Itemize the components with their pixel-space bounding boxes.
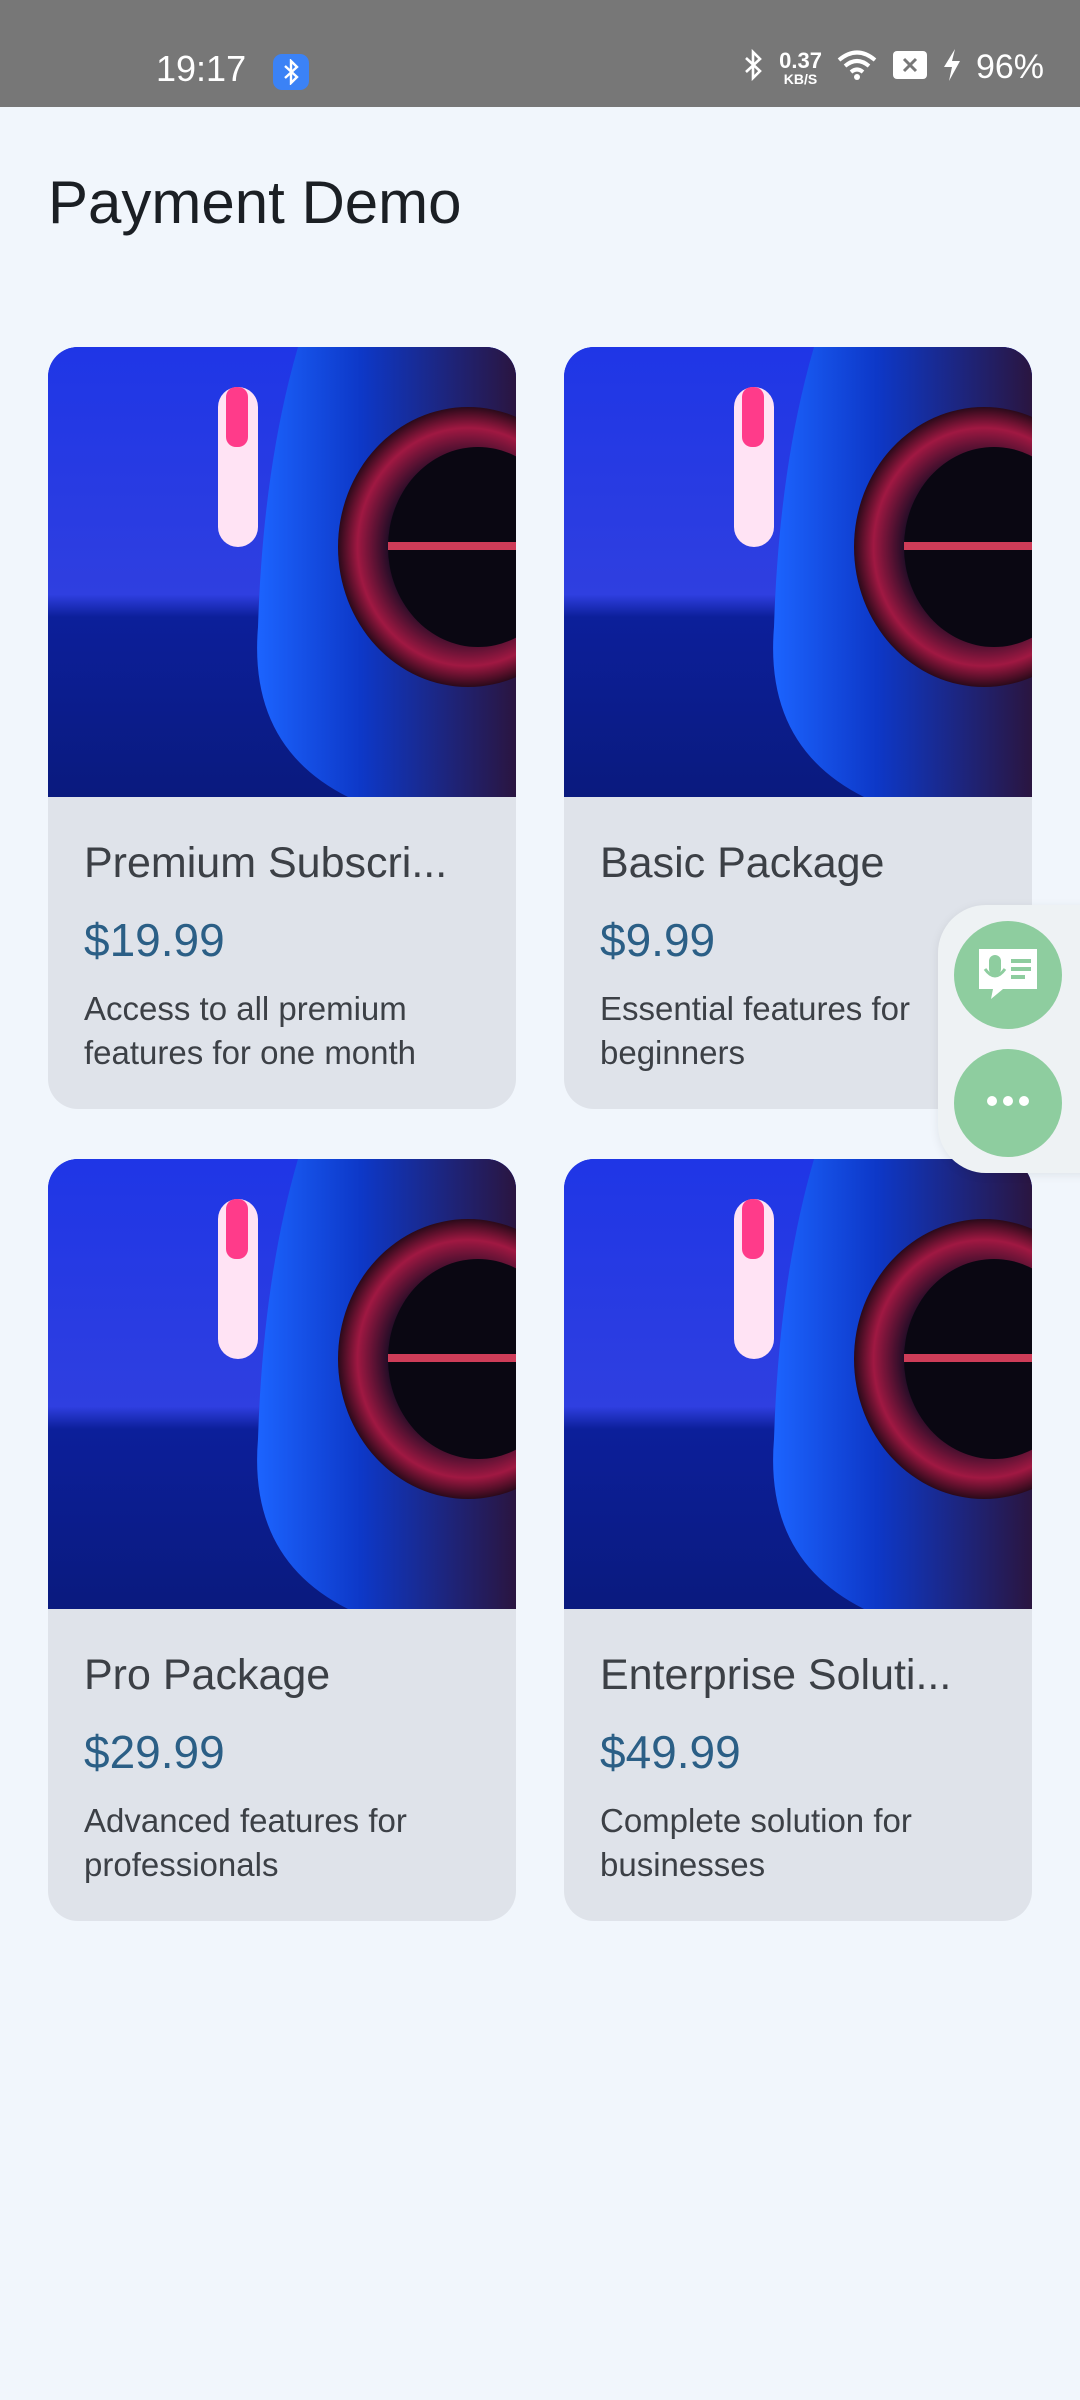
page-title: Payment Demo (48, 169, 462, 236)
product-price: $49.99 (600, 1726, 741, 1778)
status-icons: 0.37 KB/S 96% (741, 48, 1044, 87)
bluetooth-notification-icon (273, 54, 309, 90)
product-price: $29.99 (84, 1726, 225, 1778)
product-description: Access to all premium features for one m… (84, 990, 417, 1071)
product-price: $9.99 (600, 914, 716, 966)
sim-off-icon (892, 50, 928, 85)
product-title: Enterprise Soluti... (600, 1651, 952, 1699)
product-card-enterprise[interactable]: Enterprise Soluti... $49.99 Complete sol… (564, 1159, 1032, 1921)
product-title: Premium Subscri... (84, 839, 448, 887)
status-time: 19:17 (156, 48, 247, 89)
wifi-icon (836, 48, 878, 87)
charging-icon (942, 48, 962, 87)
voice-input-icon (975, 945, 1041, 1006)
product-description: Complete solution for businesses (600, 1802, 912, 1883)
product-image (564, 1159, 1032, 1609)
floating-assistant-panel (938, 905, 1080, 1173)
product-image (48, 347, 516, 797)
bluetooth-icon (741, 48, 765, 87)
product-price: $19.99 (84, 914, 225, 966)
product-title: Basic Package (600, 839, 885, 887)
more-icon (984, 1094, 1032, 1113)
more-button[interactable] (954, 1049, 1062, 1157)
product-card-premium[interactable]: Premium Subscri... $19.99 Access to all … (48, 347, 516, 1109)
status-bar: 19:17 0.37 KB/S 96% (0, 0, 1080, 107)
product-image (564, 347, 1032, 797)
voice-input-button[interactable] (954, 921, 1062, 1029)
network-speed: 0.37 KB/S (779, 47, 822, 87)
product-description: Advanced features for professionals (84, 1802, 407, 1883)
product-card-pro[interactable]: Pro Package $29.99 Advanced features for… (48, 1159, 516, 1921)
product-image (48, 1159, 516, 1609)
battery-level: 96% (975, 48, 1044, 86)
product-title: Pro Package (84, 1651, 331, 1699)
